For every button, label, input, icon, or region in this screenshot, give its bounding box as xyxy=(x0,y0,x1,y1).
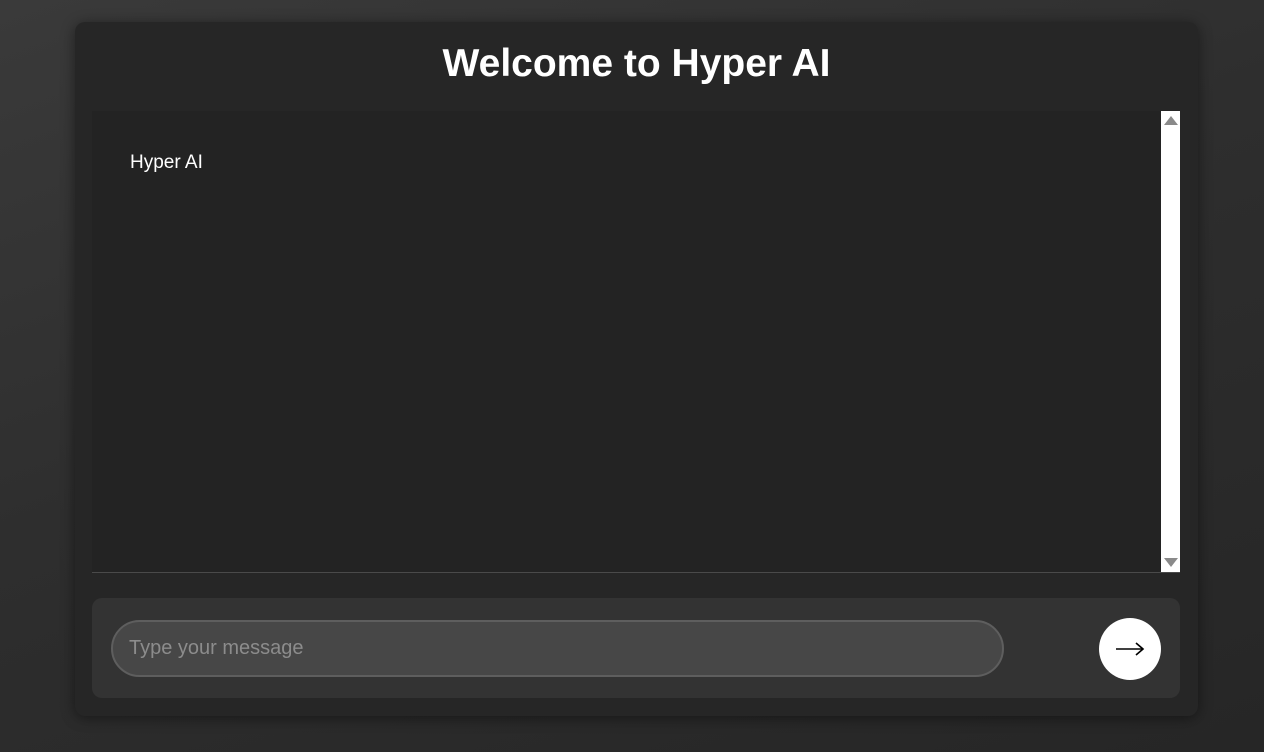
chat-messages-area[interactable]: Hyper AI xyxy=(92,111,1180,573)
chat-scrollbar[interactable] xyxy=(1161,111,1180,572)
message-composer xyxy=(92,598,1180,698)
chat-message: Hyper AI xyxy=(130,152,203,173)
scroll-down-icon[interactable] xyxy=(1164,558,1178,567)
page-title: Welcome to Hyper AI xyxy=(442,42,831,85)
scroll-up-icon[interactable] xyxy=(1164,116,1178,125)
send-button[interactable] xyxy=(1099,618,1161,680)
message-input[interactable] xyxy=(111,620,1004,677)
arrow-right-icon xyxy=(1116,642,1145,656)
chat-app-window: Welcome to Hyper AI Hyper AI xyxy=(75,22,1198,716)
